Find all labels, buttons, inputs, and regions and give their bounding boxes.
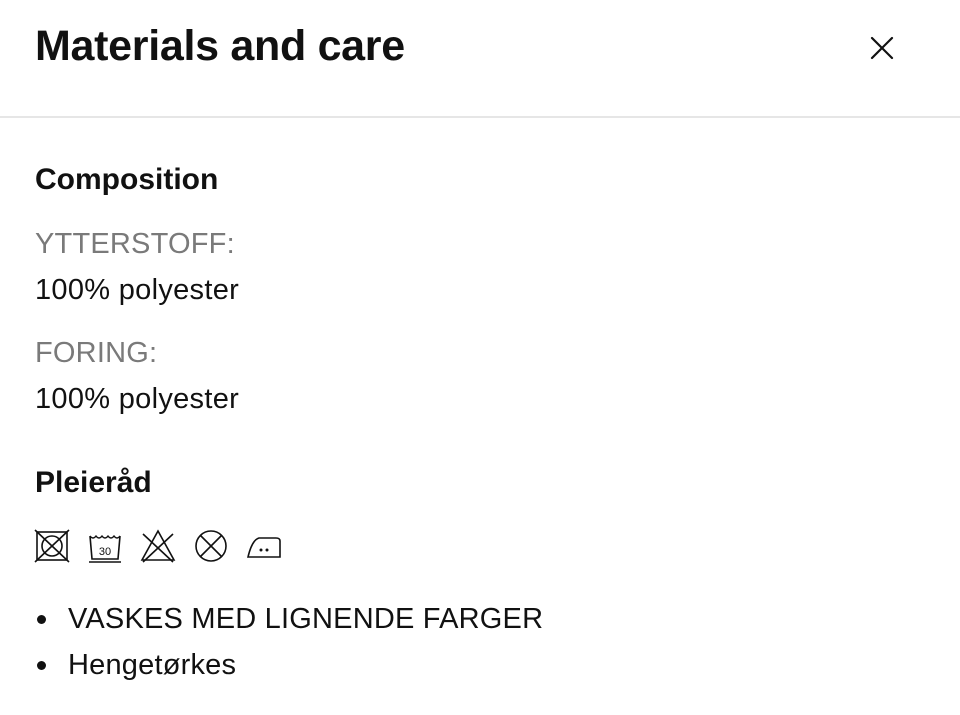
- care-heading: Pleieråd: [35, 466, 152, 499]
- sheet-header: Materials and care: [0, 0, 960, 118]
- materials-care-sheet: Materials and care Composition YTTERSTOF…: [0, 0, 960, 715]
- bullet-icon: [37, 615, 46, 624]
- wash-30-icon: 30: [89, 534, 121, 563]
- care-instruction-text: Hengetørkes: [68, 649, 237, 681]
- outer-fabric-value: 100% polyester: [35, 274, 240, 306]
- lining-label: FORING:: [35, 337, 158, 369]
- page-title: Materials and care: [35, 22, 405, 70]
- close-icon: [870, 36, 894, 60]
- list-item: VASKES MED LIGNENDE FARGER: [35, 598, 543, 644]
- close-button[interactable]: [862, 28, 902, 68]
- do-not-dry-clean-icon: [195, 530, 227, 562]
- bullet-icon: [37, 661, 46, 670]
- iron-medium-heat-icon: [246, 537, 281, 558]
- care-symbols: 30: [34, 528, 282, 564]
- care-instructions-list: VASKES MED LIGNENDE FARGER Hengetørkes: [35, 598, 543, 690]
- composition-heading: Composition: [35, 163, 219, 196]
- care-instruction-text: VASKES MED LIGNENDE FARGER: [68, 603, 544, 635]
- list-item: Hengetørkes: [35, 644, 543, 690]
- lining-value: 100% polyester: [35, 383, 240, 415]
- outer-fabric-label: YTTERSTOFF:: [35, 228, 235, 260]
- do-not-tumble-dry-icon: [34, 529, 70, 563]
- svg-text:30: 30: [99, 546, 111, 558]
- do-not-bleach-icon: [140, 529, 176, 563]
